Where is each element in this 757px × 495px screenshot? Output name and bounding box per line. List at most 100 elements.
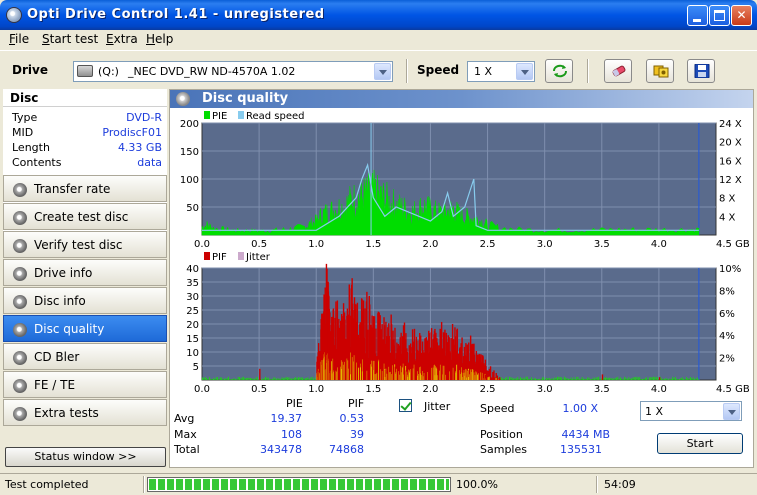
pif-baseline-bar	[592, 377, 594, 380]
pif-baseline-bar	[685, 376, 687, 380]
nav-transfer-rate[interactable]: Transfer rate	[3, 175, 167, 202]
y-tick-label-left: 50	[186, 203, 199, 214]
pif-baseline-bar	[636, 376, 638, 380]
chevron-down-icon[interactable]	[516, 63, 533, 80]
pif-baseline-bar	[569, 378, 571, 380]
y-tick-label-left: 150	[180, 147, 199, 158]
pif-baseline-bar	[204, 376, 206, 380]
pif-baseline-bar	[211, 379, 213, 380]
pif-baseline-bar	[661, 378, 663, 380]
pif-baseline-bar	[525, 376, 527, 380]
status-window-button[interactable]: Status window >>	[5, 447, 166, 467]
pif-baseline-bar	[583, 378, 585, 380]
pif-baseline-bar	[277, 377, 279, 380]
menu-start-test[interactable]: Start test	[42, 32, 98, 46]
pif-baseline-bar	[314, 377, 316, 380]
x-tick-label: 1.0	[308, 384, 324, 395]
x-tick-label: 2.5	[480, 384, 496, 395]
pif-baseline-bar	[547, 378, 549, 380]
toolbar: Drive (Q:) _NEC DVD_RW ND-4570A 1.02 Spe…	[0, 50, 757, 88]
x-tick-label: 3.5	[594, 384, 610, 395]
legend-label: PIE	[212, 111, 227, 122]
nav-extra-tests[interactable]: Extra tests	[3, 399, 167, 426]
pif-baseline-bar	[663, 378, 665, 380]
total-pie-value: 343478	[260, 443, 302, 456]
disc-icon	[13, 295, 27, 309]
disc-type-value: DVD-R	[126, 111, 162, 124]
pif-baseline-bar	[212, 378, 214, 380]
pif-baseline-bar	[591, 379, 593, 380]
save-button[interactable]	[687, 59, 715, 83]
chevron-down-icon[interactable]	[723, 403, 740, 420]
pif-baseline-bar	[248, 377, 250, 380]
menu-file[interactable]: File	[9, 32, 29, 46]
x-tick-label: 1.5	[365, 239, 381, 249]
pif-baseline-bar	[633, 376, 635, 380]
max-pif-value: 39	[350, 428, 364, 441]
pif-baseline-bar	[517, 376, 519, 380]
pif-baseline-bar	[291, 378, 293, 380]
pif-baseline-bar	[624, 376, 626, 380]
nav-disc-quality[interactable]: Disc quality	[3, 315, 167, 342]
pif-baseline-bar	[617, 376, 619, 380]
pif-baseline-bar	[535, 378, 537, 380]
pif-baseline-bar	[271, 379, 273, 380]
drive-select[interactable]: (Q:) _NEC DVD_RW ND-4570A 1.02	[73, 61, 393, 82]
pif-baseline-bar	[594, 378, 596, 380]
pif-baseline-bar	[607, 378, 609, 380]
save-icon	[694, 64, 710, 78]
title-bar[interactable]: Opti Drive Control 1.41 - unregistered ✕	[0, 0, 757, 30]
nav-fe-te[interactable]: FE / TE	[3, 371, 167, 398]
pif-baseline-bar	[240, 378, 242, 380]
pif-baseline-bar	[263, 378, 265, 380]
start-button[interactable]: Start	[657, 433, 743, 454]
pif-yellow-bar	[488, 376, 490, 380]
nav-create-test-disc[interactable]: Create test disc	[3, 203, 167, 230]
erase-button[interactable]	[604, 59, 632, 83]
pif-baseline-bar	[226, 377, 228, 380]
minimize-button[interactable]	[687, 5, 708, 26]
pif-baseline-bar	[249, 378, 251, 380]
menu-extra[interactable]: Extra	[106, 32, 138, 46]
pif-baseline-bar	[662, 379, 664, 380]
x-tick-label: 1.0	[308, 239, 324, 249]
pif-baseline-bar	[668, 379, 670, 380]
drive-name: _NEC DVD_RW ND-4570A 1.02	[128, 65, 296, 78]
pif-baseline-bar	[647, 379, 649, 380]
nav-label: Disc info	[34, 294, 86, 308]
pif-baseline-bar	[234, 379, 236, 380]
close-button[interactable]: ✕	[731, 5, 752, 26]
pif-baseline-bar	[511, 377, 513, 380]
pif-baseline-bar	[562, 379, 564, 380]
disc-mid-value: ProdiscF01	[102, 126, 162, 139]
copy-button[interactable]	[646, 59, 674, 83]
pif-baseline-bar	[652, 376, 654, 380]
pif-baseline-bar	[229, 379, 231, 380]
disc-icon	[13, 183, 27, 197]
pif-baseline-bar	[613, 378, 615, 380]
chevron-down-icon[interactable]	[374, 63, 391, 80]
left-panel: Disc Type DVD-R MID ProdiscF01 Length 4.…	[3, 89, 167, 468]
refresh-button[interactable]	[545, 59, 573, 83]
x-tick-label: 2.0	[422, 239, 438, 249]
pif-baseline-bar	[683, 379, 685, 380]
pif-baseline-bar	[691, 378, 693, 380]
pif-baseline-bar	[514, 378, 516, 380]
nav-disc-info[interactable]: Disc info	[3, 287, 167, 314]
pif-baseline-bar	[651, 377, 653, 380]
speed-select[interactable]: 1 X	[467, 61, 535, 82]
test-speed-select[interactable]: 1 X	[640, 401, 742, 421]
pif-baseline-bar	[270, 378, 272, 380]
pif-baseline-bar	[252, 378, 254, 380]
pif-baseline-bar	[609, 377, 611, 380]
jitter-checkbox[interactable]	[399, 399, 412, 412]
pif-baseline-bar	[557, 376, 559, 380]
menu-help[interactable]: Help	[146, 32, 173, 46]
nav-verify-test-disc[interactable]: Verify test disc	[3, 231, 167, 258]
nav-cd-bler[interactable]: CD Bler	[3, 343, 167, 370]
maximize-button[interactable]	[709, 5, 730, 26]
pif-baseline-bar	[676, 378, 678, 380]
pif-baseline-bar	[256, 376, 258, 380]
nav-drive-info[interactable]: Drive info	[3, 259, 167, 286]
pif-baseline-bar	[510, 377, 512, 380]
